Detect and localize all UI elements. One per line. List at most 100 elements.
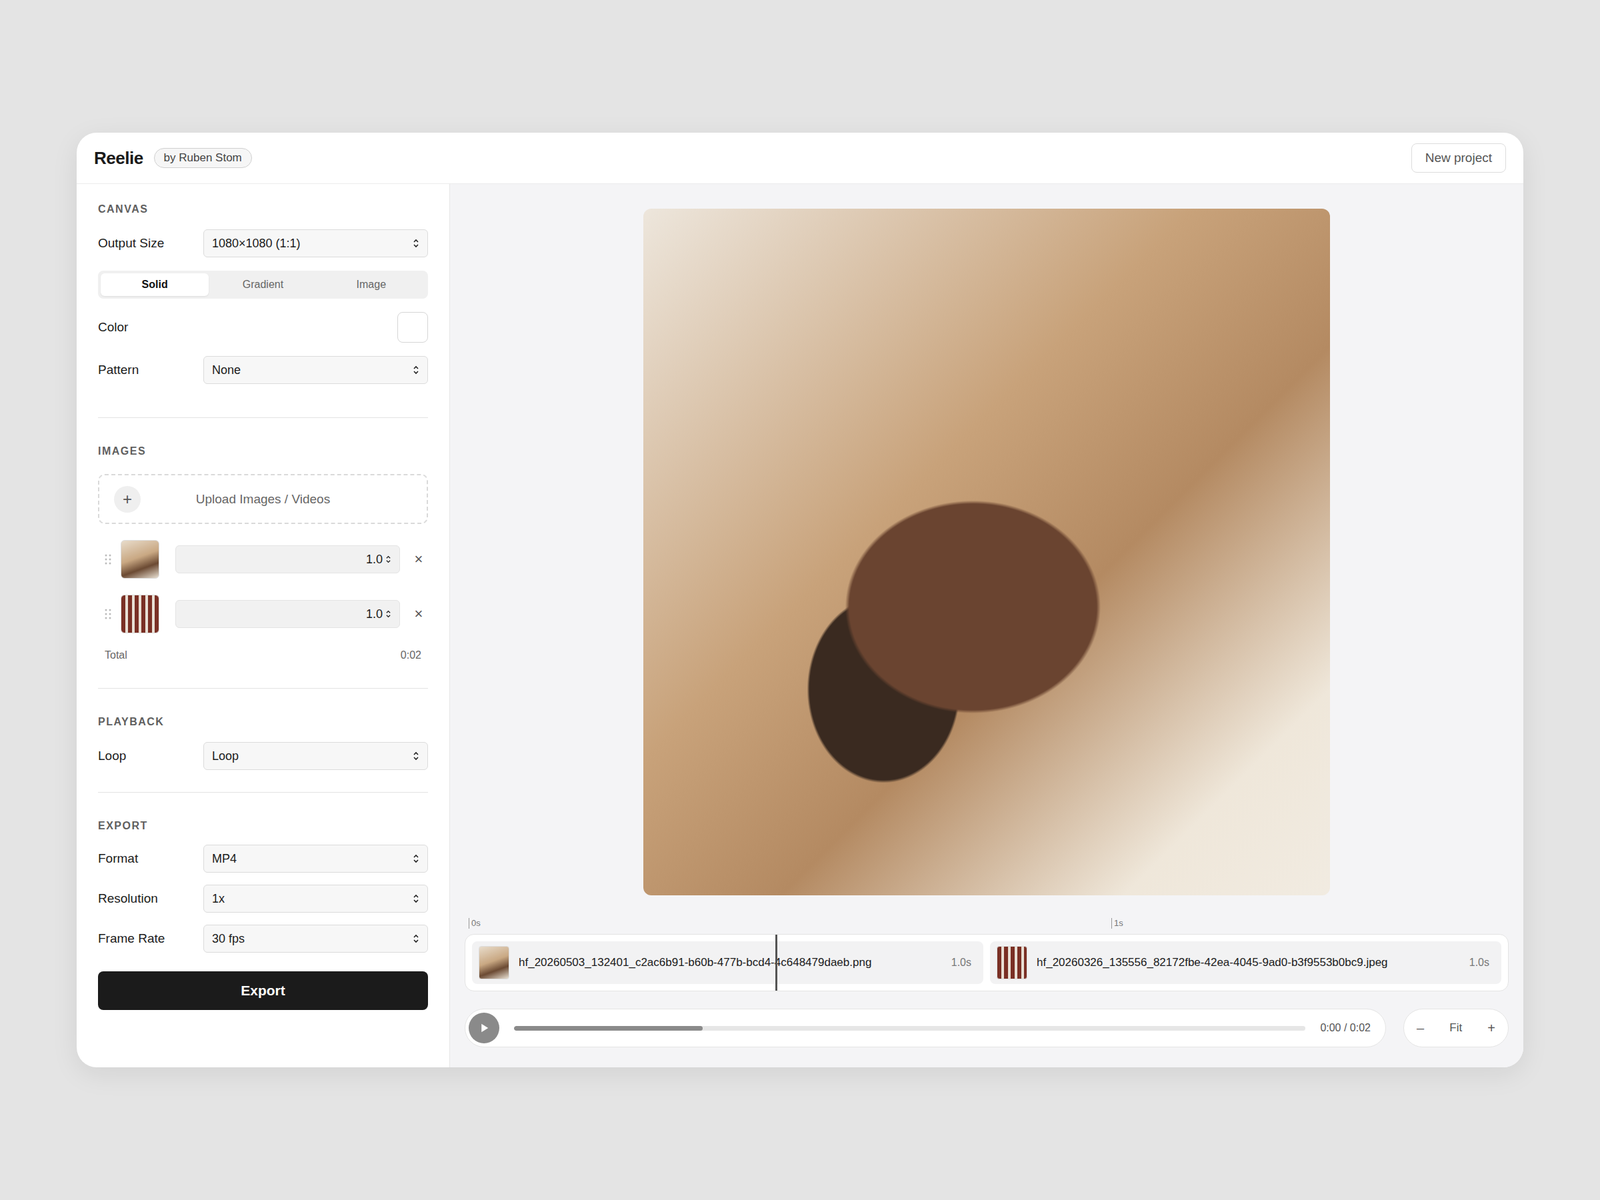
chevron-icon bbox=[412, 853, 420, 864]
zoom-out-button[interactable]: – bbox=[1416, 1020, 1424, 1036]
clip-thumbnail bbox=[996, 946, 1028, 980]
section-heading: PLAYBACK bbox=[98, 715, 428, 729]
export-section: EXPORT Format MP4 Resolution1x Frame Rate 30 … bbox=[98, 792, 428, 1010]
app-title: Reelie bbox=[94, 148, 144, 169]
progress-fill bbox=[514, 1026, 703, 1031]
field-label: Pattern bbox=[98, 362, 204, 378]
playhead[interactable] bbox=[775, 934, 778, 991]
output-size-row: Output Size 1080×1080 (1:1) bbox=[98, 229, 428, 258]
timeline-clip[interactable]: hf_20260326_135556_82172fbe-42ea-4045-9a… bbox=[990, 941, 1502, 984]
export-row: Format MP4 bbox=[98, 844, 428, 873]
images-section: IMAGES +Upload Images / Videos 1.0 × 1.0 × Tot… bbox=[98, 418, 428, 689]
clip-duration: 1.0s bbox=[951, 956, 972, 969]
duration-value: 1.0 bbox=[366, 607, 383, 622]
fill-tabs: SolidGradientImage bbox=[98, 270, 428, 299]
export-select[interactable]: 1x bbox=[203, 884, 428, 913]
timeline-ruler: 0s 1s bbox=[464, 918, 1509, 934]
sidebar: CANVAS Output Size 1080×1080 (1:1) SolidGra… bbox=[76, 184, 450, 1068]
plus-icon: + bbox=[114, 486, 141, 513]
image-item: 1.0 × bbox=[98, 594, 428, 634]
timeline-clip[interactable]: hf_20260503_132401_c2ac6b91-b60b-477b-bc… bbox=[472, 941, 984, 984]
swatch-wrap bbox=[203, 312, 428, 343]
color-row: Color bbox=[98, 312, 428, 343]
loop-select[interactable]: Loop bbox=[203, 742, 428, 770]
drag-handle-icon[interactable] bbox=[104, 608, 112, 620]
pattern-select[interactable]: None bbox=[203, 356, 428, 384]
page: Reelie by Ruben Stom New project CANVAS Outp… bbox=[0, 0, 1600, 1200]
stage: 0s 1s hf_20260503_132401_c2ac6b91-b60b-477… bbox=[450, 184, 1524, 1068]
field-label: Frame Rate bbox=[98, 931, 204, 946]
loop-row: Loop Loop bbox=[98, 742, 428, 770]
stepper-icon bbox=[385, 554, 392, 564]
player-bar: 0:00 / 0:02 bbox=[464, 1008, 1386, 1048]
clip-name: hf_20260503_132401_c2ac6b91-b60b-477b-bc… bbox=[518, 956, 942, 970]
total-row: Total0:02 bbox=[98, 649, 428, 662]
timeline-track: hf_20260503_132401_c2ac6b91-b60b-477b-bc… bbox=[464, 934, 1509, 992]
stepper-icon bbox=[385, 609, 392, 619]
section-heading: EXPORT bbox=[98, 819, 428, 833]
duration-value: 1.0 bbox=[366, 552, 383, 567]
new-project-button[interactable]: New project bbox=[1411, 143, 1506, 173]
fill-tab[interactable]: Solid bbox=[100, 273, 209, 296]
zoom-fit-button[interactable]: Fit bbox=[1449, 1021, 1462, 1035]
ruler-tick: 0s bbox=[468, 918, 481, 929]
author-badge[interactable]: by Ruben Stom bbox=[154, 148, 252, 168]
image-thumbnail bbox=[120, 594, 160, 634]
field-label: Loop bbox=[98, 748, 204, 764]
remove-button[interactable]: × bbox=[409, 550, 428, 568]
main: CANVAS Output Size 1080×1080 (1:1) SolidGra… bbox=[76, 184, 1524, 1068]
export-select[interactable]: MP4 bbox=[203, 844, 428, 873]
chevron-icon bbox=[412, 933, 420, 944]
controls: 0:00 / 0:02 – Fit + bbox=[464, 1008, 1509, 1048]
chevron-icon bbox=[412, 238, 420, 249]
select-value: MP4 bbox=[212, 852, 237, 866]
section-heading: CANVAS bbox=[98, 202, 428, 216]
image-item: 1.0 × bbox=[98, 540, 428, 579]
field-label: Format bbox=[98, 851, 204, 866]
ruler-tick: 1s bbox=[1111, 918, 1124, 929]
play-icon bbox=[477, 1021, 491, 1035]
color-swatch[interactable] bbox=[397, 312, 428, 343]
upload-dropzone[interactable]: +Upload Images / Videos bbox=[98, 474, 428, 524]
playback-section: PLAYBACK Loop Loop bbox=[98, 688, 428, 793]
section-heading: IMAGES bbox=[98, 444, 428, 458]
time-readout: 0:00 / 0:02 bbox=[1320, 1022, 1371, 1034]
drag-handle-icon[interactable] bbox=[104, 553, 112, 566]
header: Reelie by Ruben Stom New project bbox=[76, 132, 1524, 184]
clip-duration: 1.0s bbox=[1469, 956, 1490, 969]
fill-tab[interactable]: Image bbox=[317, 273, 426, 296]
clip-name: hf_20260326_135556_82172fbe-42ea-4045-9a… bbox=[1036, 956, 1460, 970]
field-label: Output Size bbox=[98, 236, 204, 251]
select-value: 30 fps bbox=[212, 932, 245, 946]
select-value: None bbox=[212, 363, 241, 378]
play-button[interactable] bbox=[468, 1012, 500, 1044]
preview-image bbox=[643, 208, 1330, 896]
zoom-controls: – Fit + bbox=[1403, 1008, 1509, 1048]
chevron-icon bbox=[412, 364, 420, 376]
fill-tab[interactable]: Gradient bbox=[208, 273, 317, 296]
duration-input[interactable]: 1.0 bbox=[175, 545, 400, 574]
export-row: Frame Rate 30 fps bbox=[98, 924, 428, 953]
chevron-icon bbox=[412, 893, 420, 904]
select-value: 1x bbox=[212, 892, 225, 906]
total-label: Total bbox=[104, 649, 128, 662]
upload-label: Upload Images / Videos bbox=[140, 492, 412, 507]
duration-input[interactable]: 1.0 bbox=[175, 600, 400, 628]
pattern-row: Pattern None bbox=[98, 356, 428, 384]
export-button[interactable]: Export bbox=[98, 971, 428, 1010]
export-select[interactable]: 30 fps bbox=[203, 924, 428, 953]
zoom-in-button[interactable]: + bbox=[1487, 1020, 1496, 1036]
app-window: Reelie by Ruben Stom New project CANVAS Outp… bbox=[76, 132, 1524, 1068]
select-value: 1080×1080 (1:1) bbox=[212, 236, 301, 251]
image-thumbnail bbox=[120, 540, 160, 579]
preview-area bbox=[464, 208, 1509, 896]
output-size-select[interactable]: 1080×1080 (1:1) bbox=[203, 229, 428, 258]
field-label: Color bbox=[98, 320, 204, 335]
canvas-section: CANVAS Output Size 1080×1080 (1:1) SolidGra… bbox=[98, 184, 428, 418]
select-value: Loop bbox=[212, 749, 239, 764]
progress-track[interactable] bbox=[514, 1026, 1306, 1031]
clip-thumbnail bbox=[478, 946, 510, 980]
brand: Reelie by Ruben Stom bbox=[94, 148, 252, 169]
export-row: Resolution1x bbox=[98, 884, 428, 913]
remove-button[interactable]: × bbox=[409, 605, 428, 623]
